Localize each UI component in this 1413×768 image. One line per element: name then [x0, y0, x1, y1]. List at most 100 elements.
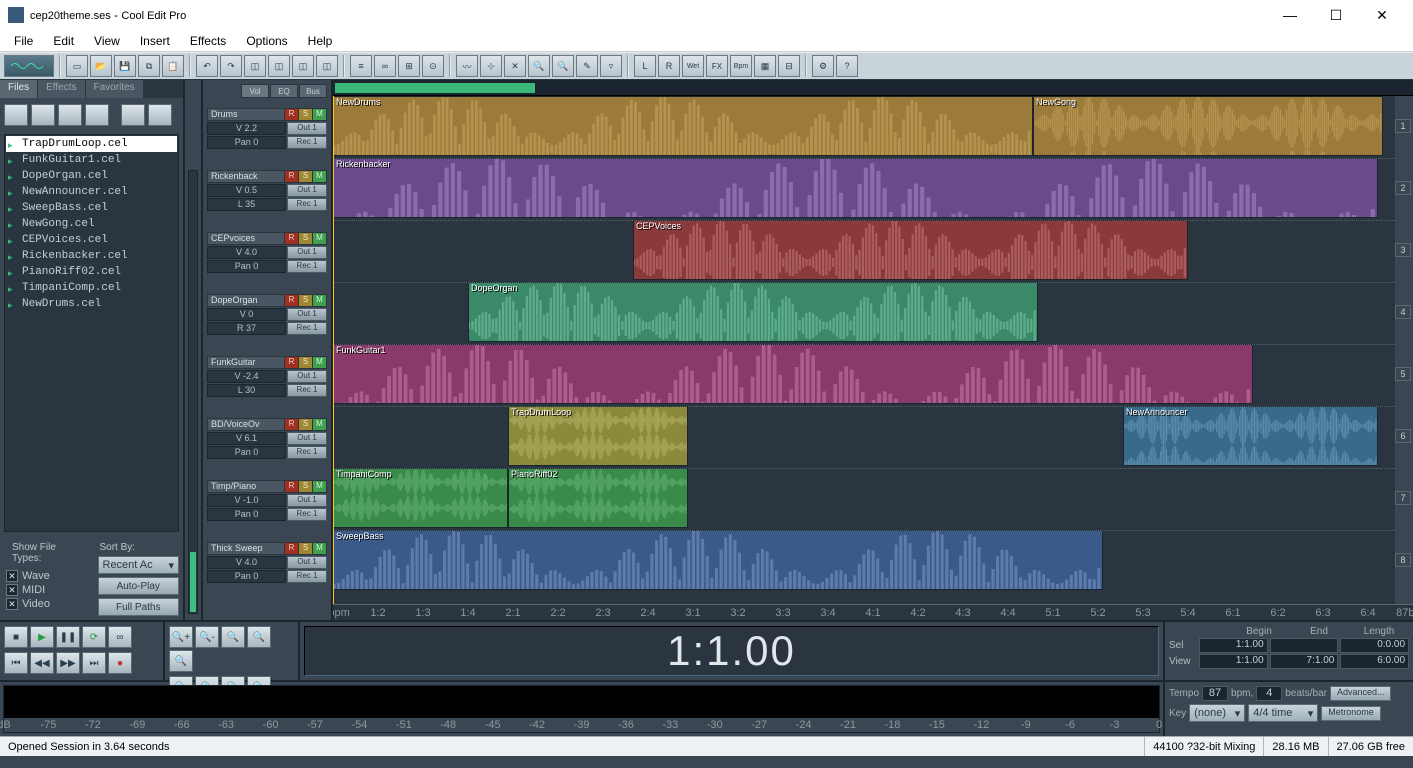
view-end[interactable]: 7:1.00	[1270, 654, 1339, 669]
end-button[interactable]: ⏭	[82, 652, 106, 674]
audio-clip[interactable]: SweepBass	[333, 530, 1103, 590]
sel-begin[interactable]: 1:1.00	[1199, 638, 1268, 653]
tool-a-icon[interactable]: ◫	[244, 55, 266, 77]
track-volume[interactable]: V 0.5	[207, 184, 286, 197]
track-rec[interactable]: Rec 1	[287, 136, 327, 149]
file-item[interactable]: NewDrums.cel	[6, 296, 177, 312]
minimize-button[interactable]: —	[1267, 0, 1313, 30]
fileimport-icon[interactable]	[31, 104, 55, 126]
solo-button[interactable]: S	[298, 357, 312, 368]
track-out[interactable]: Out 1	[287, 184, 327, 197]
link-icon[interactable]: ∞	[374, 55, 396, 77]
audio-clip[interactable]: FunkGuitar1	[333, 344, 1253, 404]
track-volume[interactable]: V 2.2	[207, 122, 286, 135]
mute-button[interactable]: M	[312, 295, 326, 306]
file-item[interactable]: TrapDrumLoop.cel	[6, 136, 177, 152]
checkbox[interactable]: ✕	[6, 598, 18, 610]
solo-button[interactable]: S	[298, 233, 312, 244]
help-icon[interactable]: ?	[836, 55, 858, 77]
sort-combo[interactable]: Recent Ac▾	[98, 556, 180, 574]
track-volume[interactable]: V -2.4	[207, 370, 286, 383]
solo-button[interactable]: S	[298, 171, 312, 182]
advanced-button[interactable]: Advanced...	[1330, 686, 1392, 701]
env-icon[interactable]: 〰	[456, 55, 478, 77]
file-item[interactable]: CEPVoices.cel	[6, 232, 177, 248]
save-icon[interactable]: 💾	[114, 55, 136, 77]
time-ruler[interactable]: 87bpm1:21:31:42:12:22:32:43:13:23:33:44:…	[333, 604, 1413, 620]
file-item[interactable]: NewAnnouncer.cel	[6, 184, 177, 200]
audio-clip[interactable]: DopeOrgan	[468, 282, 1038, 342]
punch-icon[interactable]: ⊙	[422, 55, 444, 77]
audio-clip[interactable]: NewAnnouncer	[1123, 406, 1378, 466]
mute-button[interactable]: M	[312, 481, 326, 492]
solo-button[interactable]: S	[298, 109, 312, 120]
track-name[interactable]: Thick Sweep	[208, 543, 284, 554]
grid-icon[interactable]: ▦	[754, 55, 776, 77]
record-button[interactable]: ●	[108, 652, 132, 674]
record-arm-button[interactable]: R	[284, 419, 298, 430]
playloop-button[interactable]: ⟳	[82, 626, 106, 648]
record-arm-button[interactable]: R	[284, 233, 298, 244]
autoplay-button[interactable]: Auto-Play	[98, 577, 180, 595]
track-name[interactable]: BD/VoiceOv	[208, 419, 284, 430]
view-length[interactable]: 6:0.00	[1340, 654, 1409, 669]
track-rec[interactable]: Rec 1	[287, 570, 327, 583]
zoomin-h-icon[interactable]: 🔍+	[169, 626, 193, 648]
audio-clip[interactable]: NewGong	[1033, 96, 1383, 156]
mute-button[interactable]: M	[312, 233, 326, 244]
audio-clip[interactable]: NewDrums	[333, 96, 1033, 156]
record-arm-button[interactable]: R	[284, 357, 298, 368]
zoom-icon[interactable]: 🔍	[528, 55, 550, 77]
mixtab-eq[interactable]: EQ	[270, 84, 298, 98]
mute-button[interactable]: M	[312, 109, 326, 120]
maximize-button[interactable]: ☐	[1313, 0, 1359, 30]
track-out[interactable]: Out 1	[287, 556, 327, 569]
fileclose-icon[interactable]	[58, 104, 82, 126]
checkbox[interactable]: ✕	[6, 584, 18, 596]
track-out[interactable]: Out 1	[287, 308, 327, 321]
zoomfull-icon[interactable]: 🔍	[221, 626, 245, 648]
tab-effects[interactable]: Effects	[38, 80, 85, 98]
metronome-button[interactable]: Metronome	[1321, 706, 1381, 721]
loop-button[interactable]: ∞	[108, 626, 132, 648]
tempo-bpm[interactable]: 87	[1202, 686, 1228, 701]
checkbox[interactable]: ✕	[6, 570, 18, 582]
track-pan[interactable]: Pan 0	[207, 570, 286, 583]
track-name[interactable]: Timp/Piano	[208, 481, 284, 492]
menu-view[interactable]: View	[84, 32, 130, 50]
zoomsel-icon[interactable]: 🔍	[247, 626, 271, 648]
edit-icon[interactable]: ✎	[576, 55, 598, 77]
track-rec[interactable]: Rec 1	[287, 508, 327, 521]
track-rec[interactable]: Rec 1	[287, 260, 327, 273]
open-icon[interactable]: 📂	[90, 55, 112, 77]
sel-end[interactable]	[1270, 638, 1339, 653]
track-pan[interactable]: L 35	[207, 198, 286, 211]
track-out[interactable]: Out 1	[287, 370, 327, 383]
tempo-beats[interactable]: 4	[1256, 686, 1282, 701]
audio-clip[interactable]: CEPVoices	[633, 220, 1188, 280]
filehelp-icon[interactable]	[148, 104, 172, 126]
mark-icon[interactable]: ▿	[600, 55, 622, 77]
timeline[interactable]: NewDrumsNewGongRickenbackerCEPVoicesDope…	[333, 80, 1413, 620]
track-name[interactable]: Rickenback	[208, 171, 284, 182]
menu-help[interactable]: Help	[298, 32, 343, 50]
pan-env-icon[interactable]: R	[658, 55, 680, 77]
track-volume[interactable]: V 4.0	[207, 246, 286, 259]
view-begin[interactable]: 1:1.00	[1199, 654, 1268, 669]
zoomsel2-icon[interactable]: 🔍	[169, 650, 193, 672]
file-item[interactable]: FunkGuitar1.cel	[6, 152, 177, 168]
key-combo[interactable]: (none)▾	[1189, 704, 1245, 722]
track-volume[interactable]: V -1.0	[207, 494, 286, 507]
track-pan[interactable]: Pan 0	[207, 260, 286, 273]
mute-button[interactable]: M	[312, 357, 326, 368]
vol-env-icon[interactable]: L	[634, 55, 656, 77]
solo-button[interactable]: S	[298, 295, 312, 306]
track-pan[interactable]: Pan 0	[207, 136, 286, 149]
play-button[interactable]: ▶	[30, 626, 54, 648]
file-item[interactable]: Rickenbacker.cel	[6, 248, 177, 264]
zoomsel-icon[interactable]: 🔍	[552, 55, 574, 77]
track-name[interactable]: DopeOrgan	[208, 295, 284, 306]
track-volume[interactable]: V 6.1	[207, 432, 286, 445]
track-out[interactable]: Out 1	[287, 432, 327, 445]
audio-clip[interactable]: Rickenbacker	[333, 158, 1378, 218]
